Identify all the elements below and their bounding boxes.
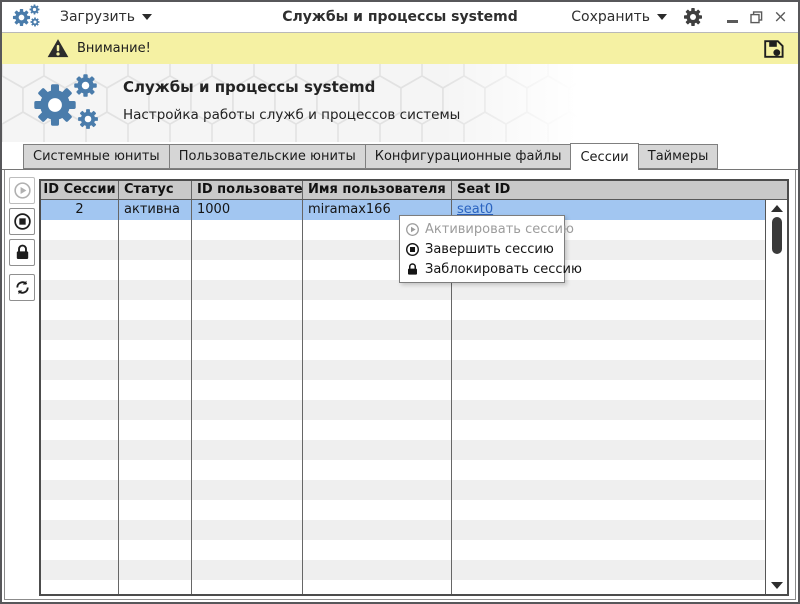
chevron-down-icon [142, 14, 152, 20]
table-row-empty [41, 580, 765, 596]
minimize-button[interactable] [725, 10, 740, 25]
stop-circle-icon [13, 212, 32, 231]
play-circle-icon [13, 181, 32, 200]
terminate-session-button[interactable] [9, 208, 35, 235]
save-file-icon[interactable] [762, 37, 786, 61]
refresh-button[interactable] [9, 274, 35, 301]
save-button-label: Сохранить [571, 9, 650, 25]
table-header-row: ID Сессии Статус ID пользователя Имя пол… [41, 181, 787, 200]
app-gears-logo-icon [32, 73, 102, 135]
warning-triangle-icon [46, 37, 70, 60]
page-subtitle: Настройка работы служб и процессов систе… [123, 107, 460, 123]
table-row-empty [41, 480, 765, 500]
menu-item-terminate-session[interactable]: Завершить сессию [400, 239, 564, 259]
window-controls: × [725, 10, 788, 25]
table-row-empty [41, 520, 765, 540]
session-context-menu: Активировать сессию Завершить сессию Заб… [399, 215, 565, 283]
tab-bar: Системные юниты Пользовательские юниты К… [2, 142, 798, 170]
tab-sessions[interactable]: Сессии [570, 143, 638, 170]
tab-user-units[interactable]: Пользовательские юниты [169, 144, 366, 169]
warning-bar: Внимание! [2, 33, 798, 64]
menu-item-activate-session[interactable]: Активировать сессию [400, 219, 564, 239]
lock-icon [405, 262, 420, 277]
save-button[interactable]: Сохранить [571, 9, 667, 25]
scroll-down-arrow-icon[interactable] [771, 582, 783, 589]
activate-session-button[interactable] [9, 177, 35, 204]
column-header-user-id[interactable]: ID пользователя [192, 181, 303, 199]
table-row-empty [41, 500, 765, 520]
cell-user-id: 1000 [192, 200, 303, 220]
scroll-up-arrow-icon[interactable] [771, 205, 783, 212]
refresh-icon [13, 278, 32, 297]
table-row-empty [41, 340, 765, 360]
cell-session-id: 2 [41, 200, 119, 220]
table-row-empty [41, 380, 765, 400]
load-button-label: Загрузить [60, 9, 135, 25]
table-row-empty [41, 360, 765, 380]
tab-timers[interactable]: Таймеры [638, 144, 719, 169]
table-row-empty [41, 440, 765, 460]
tab-config-files[interactable]: Конфигурационные файлы [365, 144, 572, 169]
vertical-scrollbar[interactable] [765, 200, 787, 594]
column-header-user-name[interactable]: Имя пользователя [303, 181, 452, 199]
cell-status: активна [119, 200, 192, 220]
maximize-button[interactable] [749, 10, 764, 25]
session-actions-toolbar [5, 170, 39, 599]
stop-circle-icon [405, 242, 420, 257]
header-banner: Службы и процессы systemd Настройка рабо… [2, 64, 798, 142]
table-row-empty [41, 420, 765, 440]
column-header-status[interactable]: Статус [119, 181, 192, 199]
table-row-empty [41, 300, 765, 320]
table-row-empty [41, 320, 765, 340]
tab-system-units[interactable]: Системные юниты [23, 144, 170, 169]
table-row-empty [41, 540, 765, 560]
table-row-empty [41, 560, 765, 580]
titlebar: Загрузить Службы и процессы systemd Сохр… [2, 2, 798, 33]
app-gears-logo-icon [12, 4, 42, 30]
play-circle-icon [405, 222, 420, 237]
menu-item-lock-session[interactable]: Заблокировать сессию [400, 259, 564, 279]
app-window: Загрузить Службы и процессы systemd Сохр… [0, 0, 800, 604]
table-row-empty [41, 280, 765, 300]
column-header-session-id[interactable]: ID Сессии [41, 181, 119, 199]
table-row-empty [41, 400, 765, 420]
lock-session-button[interactable] [9, 239, 35, 266]
load-button[interactable]: Загрузить [60, 9, 152, 25]
page-title: Службы и процессы systemd [123, 78, 460, 96]
warning-label: Внимание! [77, 41, 151, 56]
settings-gear-icon[interactable] [683, 7, 703, 27]
scrollbar-thumb[interactable] [772, 217, 782, 254]
lock-icon [13, 243, 32, 262]
table-row-empty [41, 460, 765, 480]
chevron-down-icon [657, 14, 667, 20]
close-button[interactable]: × [773, 10, 788, 25]
column-header-seat-id[interactable]: Seat ID [452, 181, 787, 199]
